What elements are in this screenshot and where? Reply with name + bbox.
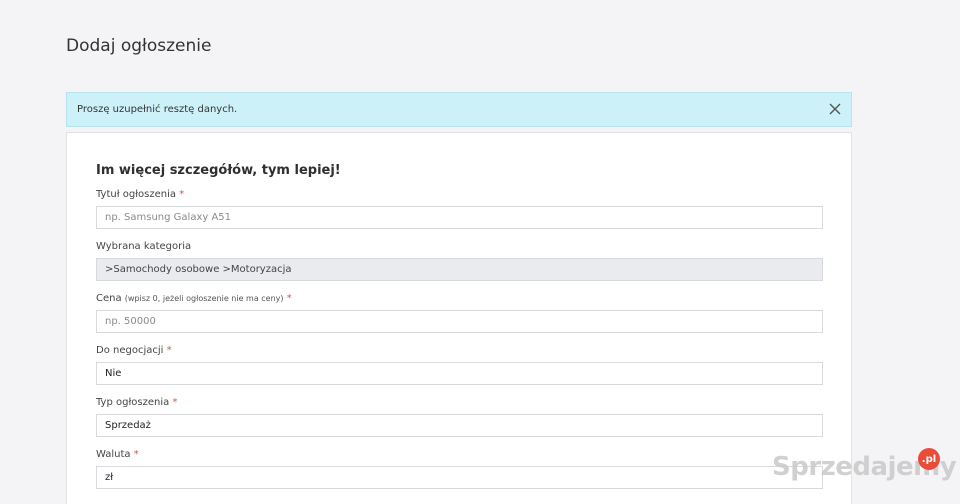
sprzedajemy-watermark: Sprzedajemy .pl bbox=[772, 448, 957, 482]
currency-value: zł bbox=[105, 472, 114, 483]
required-mark: * bbox=[133, 449, 139, 460]
category-field: >Samochody osobowe >Motoryzacja bbox=[96, 258, 823, 281]
required-mark: * bbox=[166, 345, 172, 356]
price-label-text: Cena bbox=[96, 293, 122, 304]
price-input[interactable]: np. 50000 bbox=[96, 310, 823, 333]
info-alert: Proszę uzupełnić resztę danych. bbox=[66, 92, 852, 127]
title-label: Tytuł ogłoszenia * bbox=[96, 189, 184, 200]
negotiation-label: Do negocjacji * bbox=[96, 345, 172, 356]
type-label-text: Typ ogłoszenia bbox=[96, 397, 170, 408]
alert-message: Proszę uzupełnić resztę danych. bbox=[77, 104, 238, 115]
page-title: Dodaj ogłoszenie bbox=[66, 36, 212, 56]
form-card: Im więcej szczegółów, tym lepiej! Tytuł … bbox=[66, 132, 852, 504]
form-heading: Im więcej szczegółów, tym lepiej! bbox=[96, 163, 341, 178]
price-hint: (wpisz 0, jeżeli ogłoszenie nie ma ceny) bbox=[124, 294, 284, 303]
currency-label-text: Waluta bbox=[96, 449, 131, 460]
close-icon[interactable] bbox=[827, 101, 843, 117]
type-value: Sprzedaż bbox=[105, 420, 151, 431]
negotiation-select[interactable]: Nie bbox=[96, 362, 823, 385]
required-mark: * bbox=[179, 189, 185, 200]
required-mark: * bbox=[286, 293, 292, 304]
watermark-badge: .pl bbox=[918, 448, 940, 470]
type-select[interactable]: Sprzedaż bbox=[96, 414, 823, 437]
category-label-text: Wybrana kategoria bbox=[96, 241, 192, 252]
title-input[interactable]: np. Samsung Galaxy A51 bbox=[96, 206, 823, 229]
type-label: Typ ogłoszenia * bbox=[96, 397, 177, 408]
required-mark: * bbox=[172, 397, 178, 408]
negotiation-value: Nie bbox=[105, 368, 122, 379]
negotiation-label-text: Do negocjacji bbox=[96, 345, 164, 356]
category-label: Wybrana kategoria bbox=[96, 241, 191, 252]
currency-label: Waluta * bbox=[96, 449, 139, 460]
price-placeholder: np. 50000 bbox=[105, 316, 156, 327]
title-label-text: Tytuł ogłoszenia bbox=[96, 189, 177, 200]
title-placeholder: np. Samsung Galaxy A51 bbox=[105, 212, 232, 223]
currency-select[interactable]: zł bbox=[96, 466, 823, 489]
price-label: Cena (wpisz 0, jeżeli ogłoszenie nie ma … bbox=[96, 293, 292, 304]
category-value: >Samochody osobowe >Motoryzacja bbox=[105, 264, 292, 275]
